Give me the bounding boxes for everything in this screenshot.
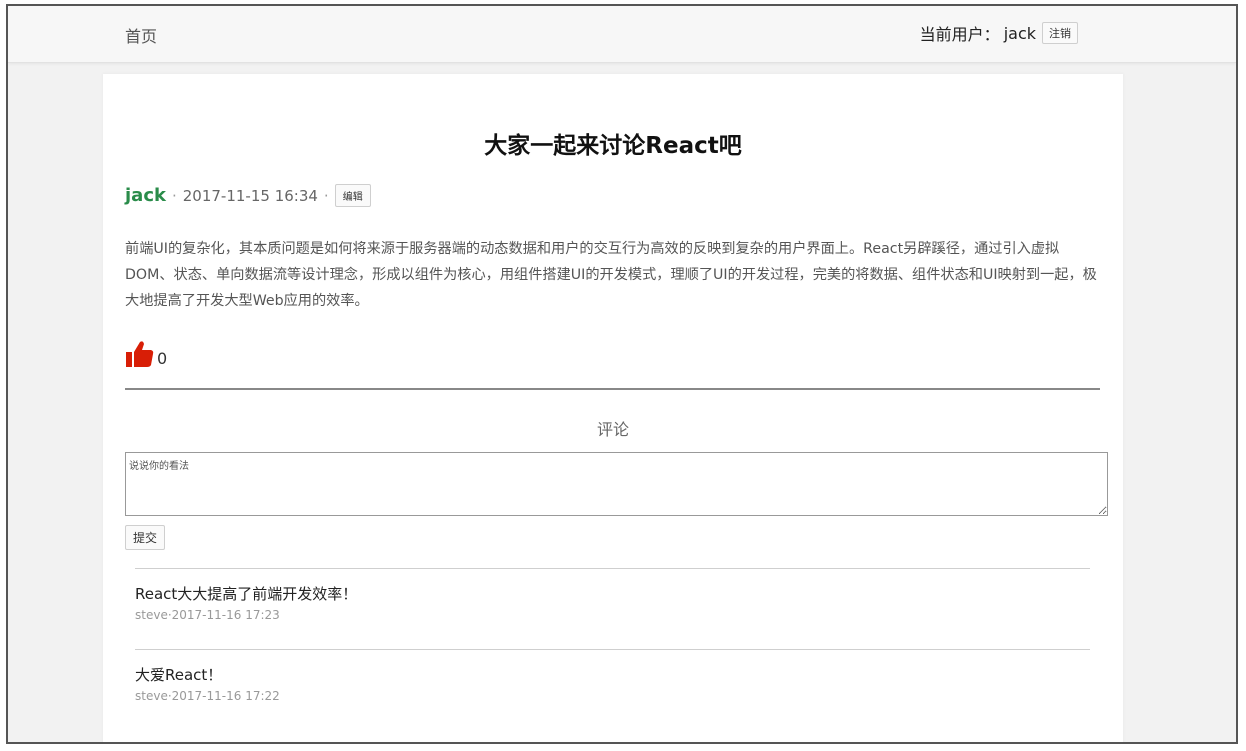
post-meta: jack · 2017-11-15 16:34 · 编辑 (125, 184, 371, 207)
logout-button[interactable]: 注销 (1042, 22, 1078, 44)
comment-meta: steve·2017-11-16 17:22 (135, 689, 280, 703)
current-user-area: 当前用户： jack 注销 (920, 21, 1078, 45)
submit-comment-button[interactable]: 提交 (125, 525, 166, 550)
current-username: jack (1003, 23, 1036, 43)
thumbs-up-icon[interactable] (125, 339, 155, 373)
edit-button[interactable]: 编辑 (334, 184, 371, 207)
home-link[interactable]: 首页 (125, 23, 157, 47)
section-divider (125, 388, 1100, 390)
comments-heading: 评论 (596, 420, 629, 439)
like-row: 0 (125, 339, 167, 373)
post-card: 大家一起来讨论React吧 jack · 2017-11-15 16:34 · … (103, 74, 1123, 742)
comment-text: 大爱React！ (135, 666, 223, 684)
comment-list: React大大提高了前端开发效率！ steve·2017-11-16 17:23… (135, 568, 1090, 730)
current-user-label: 当前用户： (919, 25, 1000, 44)
comment-item: React大大提高了前端开发效率！ steve·2017-11-16 17:23 (135, 568, 1090, 649)
post-body: 前端UI的复杂化，其本质问题是如何将来源于服务器端的动态数据和用户的交互行为高效… (125, 241, 1097, 309)
browser-frame: 首页 当前用户： jack 注销 大家一起来讨论React吧 jack · 20… (6, 4, 1238, 744)
comment-item: 大爱React！ steve·2017-11-16 17:22 (135, 649, 1090, 730)
post-author: jack (125, 185, 166, 206)
comment-meta: steve·2017-11-16 17:23 (135, 608, 280, 622)
top-navbar: 首页 当前用户： jack 注销 (8, 6, 1236, 63)
meta-separator: · (323, 186, 329, 205)
comment-input[interactable] (125, 452, 1108, 516)
like-count: 0 (157, 348, 168, 368)
meta-separator: · (171, 186, 177, 205)
comment-text: React大大提高了前端开发效率！ (135, 585, 358, 603)
post-date: 2017-11-15 16:34 (182, 186, 318, 205)
post-title: 大家一起来讨论React吧 (484, 133, 742, 159)
